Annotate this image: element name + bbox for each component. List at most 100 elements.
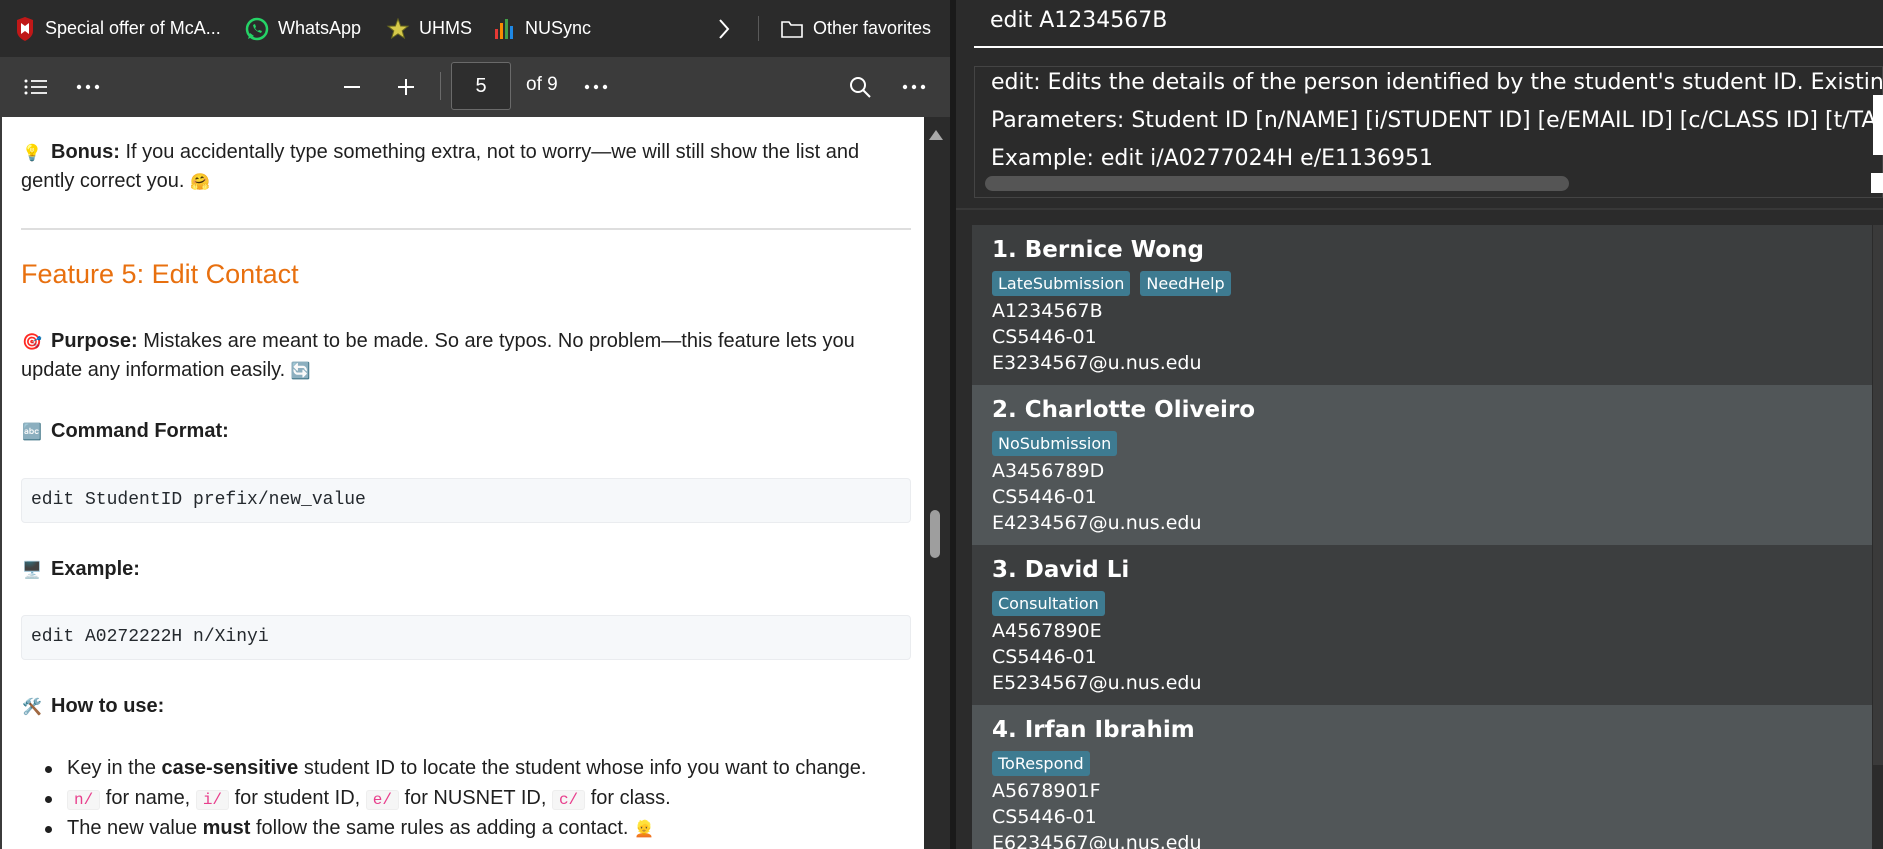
divider-line: [21, 228, 911, 230]
contents-button[interactable]: [18, 67, 54, 107]
hugging-face-icon: 🤗: [189, 174, 210, 191]
page-number-input[interactable]: 5: [451, 62, 511, 110]
person-list[interactable]: 1. Bernice Wong LateSubmission NeedHelp …: [972, 225, 1872, 849]
tag-list: NoSubmission: [992, 431, 1118, 456]
person-class: CS5446-01: [992, 806, 1097, 828]
format-heading: 🔤 Command Format:: [21, 417, 229, 447]
inline-code: c/: [551, 790, 586, 810]
result-vertical-scrollbar[interactable]: [1873, 95, 1883, 155]
tag-badge: ToRespond: [992, 751, 1090, 776]
person-class: CS5446-01: [992, 326, 1097, 348]
document-scrollbar[interactable]: [924, 117, 950, 849]
bullet-item: The new value must follow the same rules…: [67, 814, 654, 844]
favorites-bar: Special offer of McA... WhatsApp UHMS NU…: [0, 0, 950, 57]
ellipsis-icon: [76, 84, 100, 90]
favorite-nusync[interactable]: NUSync: [494, 15, 591, 42]
bullet-text: for name,: [100, 787, 196, 809]
tag-list: Consultation: [992, 591, 1105, 616]
command-input[interactable]: edit A1234567B: [974, 0, 1883, 48]
purpose-text: Mistakes are meant to be made. So are ty…: [137, 330, 855, 352]
person-name: 4. Irfan Ibrahim: [992, 717, 1195, 743]
bullet-text: The new value: [67, 817, 203, 839]
person-name: 1. Bernice Wong: [992, 237, 1204, 263]
list-icon: [24, 79, 47, 95]
person-list-scrollbar[interactable]: [1873, 225, 1883, 765]
bullet-dot: [45, 796, 52, 803]
other-favorites-folder[interactable]: Other favorites: [780, 15, 931, 42]
result-line: Parameters: Student ID [n/NAME] [i/STUDE…: [991, 108, 1877, 133]
bonus-line: 💡 Bonus: If you accidentally type somethi…: [21, 138, 859, 168]
section-heading: Feature 5: Edit Contact: [21, 259, 299, 289]
lightbulb-icon: 💡: [22, 145, 42, 162]
search-button[interactable]: [842, 67, 878, 107]
purpose-line-2: update any information easily. 🔄: [21, 356, 311, 386]
bullet-text: student ID to locate the student whose i…: [298, 757, 867, 779]
favorite-label: UHMS: [419, 18, 472, 38]
star-icon: [386, 17, 410, 39]
plus-icon: [398, 79, 414, 95]
bullet-text: for NUSNET ID,: [398, 787, 552, 809]
folder-icon: [781, 20, 803, 38]
page-count-label: of 9: [526, 74, 558, 95]
document-scrollbar-thumb[interactable]: [930, 510, 940, 558]
scroll-up-arrow-icon[interactable]: [929, 130, 943, 140]
person-id: A1234567B: [992, 300, 1103, 322]
person-name: 3. David Li: [992, 557, 1130, 583]
browser-pane: Special offer of McA... WhatsApp UHMS NU…: [0, 0, 950, 849]
address-book-app: edit A1234567B edit: Edits the details o…: [956, 0, 1883, 849]
zoom-out-button[interactable]: [334, 67, 370, 107]
target-icon: 🎯: [22, 334, 42, 351]
person-card[interactable]: 1. Bernice Wong LateSubmission NeedHelp …: [972, 225, 1872, 385]
favorite-mcafee[interactable]: Special offer of McA...: [14, 15, 221, 42]
person-email: E4234567@u.nus.edu: [992, 512, 1202, 534]
refresh-icon: 🔄: [290, 363, 311, 380]
computer-icon: 🖥️: [22, 562, 42, 579]
example-label: Example:: [51, 558, 140, 580]
favorite-whatsapp[interactable]: WhatsApp: [245, 15, 361, 42]
bullet-bold: must: [202, 817, 251, 839]
more-options-button[interactable]: [70, 67, 106, 107]
howto-label: How to use:: [51, 695, 165, 717]
person-email: E5234567@u.nus.edu: [992, 672, 1202, 694]
bullet-text: for student ID,: [229, 787, 366, 809]
pdf-page: 💡 Bonus: If you accidentally type somethi…: [0, 117, 924, 849]
bullet-dot: [45, 826, 52, 833]
person-card[interactable]: 3. David Li Consultation A4567890E CS544…: [972, 545, 1872, 705]
minus-icon: [344, 86, 360, 88]
person-email: E6234567@u.nus.edu: [992, 832, 1202, 849]
bonus-text: If you accidentally type something extra…: [119, 141, 860, 163]
settings-more-button[interactable]: [896, 67, 932, 107]
tools-icon: 🛠️: [22, 699, 42, 716]
person-id: A4567890E: [992, 620, 1102, 642]
panel-separator: [956, 208, 1883, 210]
person-card[interactable]: 2. Charlotte Oliveiro NoSubmission A3456…: [972, 385, 1872, 545]
search-icon: [850, 77, 871, 98]
tag-badge: NoSubmission: [992, 431, 1118, 456]
bullet-text: Key in the: [67, 757, 162, 779]
format-code-block: edit StudentID prefix/new_value: [21, 478, 911, 523]
bonus-label: Bonus:: [51, 141, 120, 163]
tag-badge: NeedHelp: [1140, 271, 1231, 296]
scrollbar-corner: [1871, 173, 1883, 193]
inline-code: e/: [365, 790, 399, 810]
zoom-in-button[interactable]: [388, 67, 424, 107]
whatsapp-icon: [245, 17, 269, 40]
result-horizontal-scrollbar[interactable]: [985, 176, 1569, 191]
person-email: E3234567@u.nus.edu: [992, 352, 1202, 374]
favorite-label: NUSync: [525, 18, 592, 38]
result-line: Example: edit i/A0277024H e/E1136951: [991, 146, 1433, 171]
person-card[interactable]: 4. Irfan Ibrahim ToRespond A5678901F CS5…: [972, 705, 1872, 849]
person-icon: 👱: [634, 821, 654, 838]
person-class: CS5446-01: [992, 486, 1097, 508]
purpose-text-2: update any information easily.: [21, 359, 286, 381]
howto-heading: 🛠️ How to use:: [21, 692, 164, 722]
person-id: A5678901F: [992, 780, 1101, 802]
favorite-uhms[interactable]: UHMS: [386, 15, 472, 42]
abc-icon: 🔤: [22, 424, 42, 441]
bar-chart-icon: [495, 18, 513, 39]
favorite-label: WhatsApp: [278, 18, 362, 38]
other-favorites-label: Other favorites: [813, 18, 932, 38]
more-tools-button[interactable]: [578, 67, 614, 107]
purpose-label: Purpose:: [51, 330, 138, 352]
chevron-right-icon[interactable]: [716, 17, 732, 41]
